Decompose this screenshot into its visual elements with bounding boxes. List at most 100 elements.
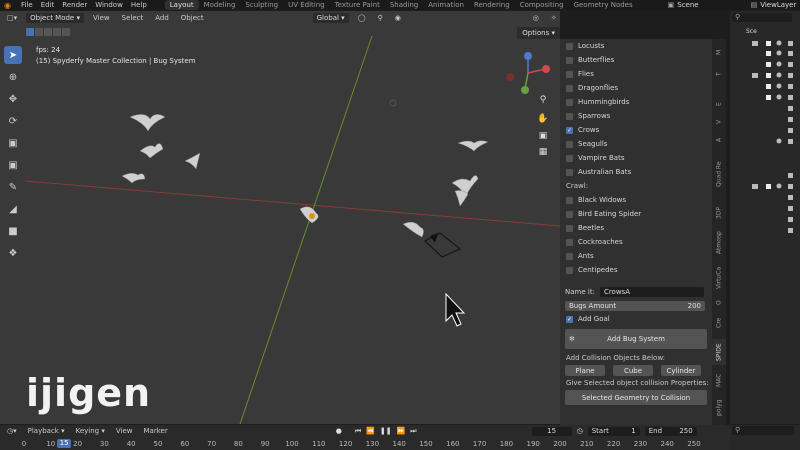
- gizmo-toggle-icon[interactable]: ✧: [548, 13, 560, 23]
- bug-type-row[interactable]: Beetles: [560, 221, 712, 235]
- record-icon[interactable]: ●: [336, 427, 342, 435]
- viewlayer-selector[interactable]: ▤ ViewLayer: [751, 1, 797, 9]
- ortho-grid-icon[interactable]: ▦: [536, 145, 550, 159]
- tab-texture-paint[interactable]: Texture Paint: [330, 0, 385, 10]
- tab-v[interactable]: V: [712, 115, 726, 129]
- bug-type-checkbox[interactable]: [566, 168, 573, 176]
- bug-type-row[interactable]: Butterflies: [560, 53, 712, 67]
- bug-type-row[interactable]: Centipedes: [560, 263, 712, 277]
- bug-type-checkbox[interactable]: [566, 140, 573, 148]
- properties-search[interactable]: ⚲: [732, 426, 794, 435]
- bug-type-row[interactable]: Seagulls: [560, 137, 712, 151]
- orientation-dropdown[interactable]: Global ▾: [312, 13, 349, 23]
- select-intersect-icon[interactable]: [62, 28, 70, 36]
- proportional-icon[interactable]: ◉: [392, 13, 404, 23]
- tab-compositing[interactable]: Compositing: [515, 0, 569, 10]
- bug-type-row[interactable]: Ants: [560, 249, 712, 263]
- menu-select[interactable]: Select: [119, 13, 147, 23]
- playhead-frame-indicator[interactable]: 15: [57, 439, 72, 448]
- cylinder-button[interactable]: Cylinder: [661, 365, 701, 376]
- menu-edit[interactable]: Edit: [37, 0, 59, 10]
- bug-type-checkbox[interactable]: [566, 42, 573, 50]
- tab-modeling[interactable]: Modeling: [199, 0, 241, 10]
- tab-cre[interactable]: Cre: [712, 311, 726, 335]
- bug-type-row[interactable]: Cockroaches: [560, 235, 712, 249]
- scale-tool-icon[interactable]: ▣: [4, 134, 22, 152]
- bug-type-row[interactable]: Australian Bats: [560, 165, 712, 179]
- outliner-search[interactable]: ⚲: [732, 13, 792, 22]
- menu-file[interactable]: File: [17, 0, 37, 10]
- bug-type-row[interactable]: Sparrows: [560, 109, 712, 123]
- camera-view-icon[interactable]: ▣: [536, 129, 550, 143]
- current-frame-field[interactable]: 15: [531, 426, 572, 436]
- bug-type-checkbox[interactable]: [566, 84, 573, 92]
- bug-type-row[interactable]: Black Widows: [560, 193, 712, 207]
- tab-layout[interactable]: Layout: [164, 0, 199, 10]
- bug-type-row[interactable]: Bird Eating Spider: [560, 207, 712, 221]
- name-input[interactable]: CrowsA: [599, 286, 704, 297]
- selected-geometry-collision-button[interactable]: Selected Geometry to Collision: [565, 390, 707, 405]
- menu-view-timeline[interactable]: View: [113, 426, 136, 436]
- tab-e[interactable]: E: [712, 97, 726, 111]
- select-subtract-icon[interactable]: [44, 28, 52, 36]
- bugs-amount-field[interactable]: Bugs Amount 200: [565, 300, 705, 311]
- pause-icon[interactable]: ❚❚: [380, 427, 392, 435]
- bug-type-row[interactable]: Flies: [560, 67, 712, 81]
- bug-type-row[interactable]: Dragonflies: [560, 81, 712, 95]
- mode-dropdown[interactable]: Object Mode ▾: [26, 13, 84, 23]
- tab-sculpting[interactable]: Sculpting: [240, 0, 283, 10]
- timeline-ruler[interactable]: 0 10 20 30 40 50 60 70 80 90 100 110 120 130 140 150 160…: [0, 438, 730, 450]
- menu-keying[interactable]: Keying ▾: [73, 426, 108, 436]
- select-box-tool-icon[interactable]: ➤: [4, 46, 22, 64]
- bug-type-checkbox[interactable]: [566, 154, 573, 162]
- cube-button[interactable]: Cube: [613, 365, 653, 376]
- tab-animation[interactable]: Animation: [423, 0, 469, 10]
- step-back-icon[interactable]: ⏪: [366, 427, 375, 435]
- menu-render[interactable]: Render: [58, 0, 91, 10]
- tab-geometry-nodes[interactable]: Geometry Nodes: [569, 0, 638, 10]
- bug-type-row[interactable]: ✓ Crows: [560, 123, 712, 137]
- tab-shading[interactable]: Shading: [385, 0, 423, 10]
- bug-type-checkbox[interactable]: [566, 210, 573, 218]
- select-new-icon[interactable]: [26, 28, 34, 36]
- bug-type-checkbox[interactable]: [566, 238, 573, 246]
- menu-object[interactable]: Object: [178, 13, 207, 23]
- end-frame-field[interactable]: End 250: [644, 426, 697, 436]
- editor-type-icon[interactable]: □▾: [4, 13, 20, 23]
- menu-window[interactable]: Window: [91, 0, 127, 10]
- 3d-viewport[interactable]: □▾ Object Mode ▾ View Select Add Object …: [0, 11, 560, 424]
- bug-type-checkbox[interactable]: [566, 56, 573, 64]
- bug-type-checkbox[interactable]: [566, 70, 573, 78]
- jump-start-icon[interactable]: ⏮: [355, 427, 361, 436]
- tab-a[interactable]: A: [712, 133, 726, 147]
- menu-help[interactable]: Help: [127, 0, 151, 10]
- menu-marker[interactable]: Marker: [141, 426, 171, 436]
- tab-3dp[interactable]: 3DP: [712, 201, 726, 225]
- rotate-tool-icon[interactable]: ⟳: [4, 112, 22, 130]
- add-bug-system-button[interactable]: ✻ Add Bug System: [565, 329, 707, 349]
- plane-button[interactable]: Plane: [565, 365, 605, 376]
- add-cube-tool-icon[interactable]: ■: [4, 222, 22, 240]
- timeline-editor-type-icon[interactable]: ◷▾: [4, 426, 20, 436]
- tab-uv-editing[interactable]: UV Editing: [283, 0, 330, 10]
- bug-type-checkbox[interactable]: [566, 98, 573, 106]
- tab-atmosp[interactable]: Atmosp: [712, 227, 726, 259]
- options-button[interactable]: Options ▾: [517, 27, 560, 39]
- tab-quad-re[interactable]: Quad Re: [712, 151, 726, 197]
- move-tool-icon[interactable]: ✥: [4, 90, 22, 108]
- tab-o[interactable]: O: [712, 297, 726, 309]
- bug-type-checkbox[interactable]: [566, 224, 573, 232]
- add-goal-row[interactable]: ✓ Add Goal: [560, 312, 712, 326]
- bug-type-checkbox[interactable]: [566, 266, 573, 274]
- measure-tool-icon[interactable]: ◢: [4, 200, 22, 218]
- scene-selector[interactable]: ▣ Scene: [668, 1, 699, 9]
- transform-tool-icon[interactable]: ▣: [4, 156, 22, 174]
- bug-type-checkbox[interactable]: [566, 112, 573, 120]
- bug-type-row[interactable]: Hummingbirds: [560, 95, 712, 109]
- start-frame-field[interactable]: Start 1: [587, 426, 640, 436]
- zoom-icon[interactable]: ⚲: [536, 93, 550, 107]
- bug-type-checkbox[interactable]: [566, 252, 573, 260]
- blender-logo-icon[interactable]: ◉: [4, 1, 14, 10]
- snap-icon[interactable]: ⚲: [375, 13, 386, 23]
- bug-type-row[interactable]: Vampire Bats: [560, 151, 712, 165]
